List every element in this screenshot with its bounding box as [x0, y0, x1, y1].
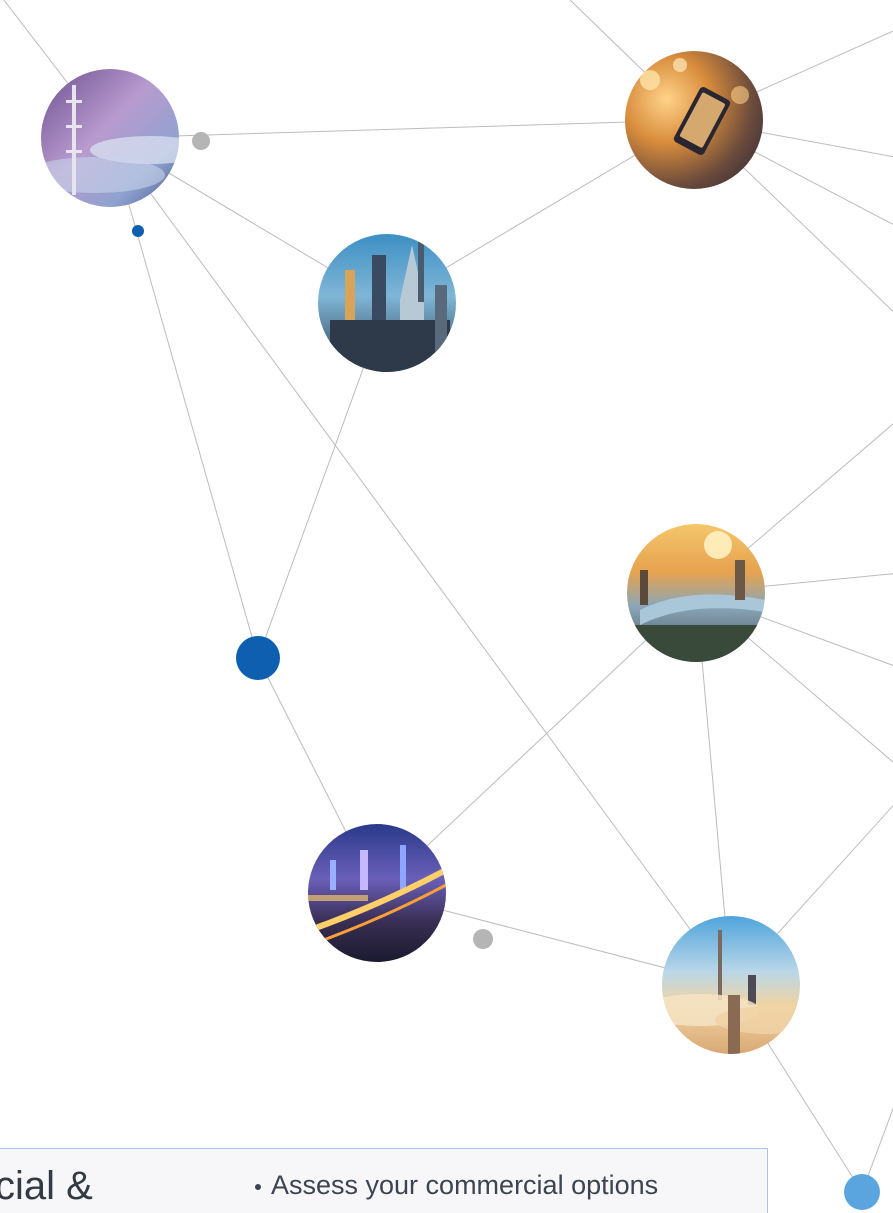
node-dot-gray — [192, 132, 210, 150]
card-title: cial & — [0, 1164, 93, 1208]
night-highway-photo — [308, 824, 446, 962]
card-bullet-item: Assess your commercial options — [255, 1169, 658, 1201]
node-dot-blue-light — [844, 1174, 880, 1210]
skyscrapers-photo — [318, 234, 456, 372]
river-city-photo — [627, 524, 765, 662]
smartphone-photo — [625, 51, 763, 189]
node-dot-gray — [473, 929, 493, 949]
cloud-towers-photo — [662, 916, 800, 1054]
bullet-icon — [255, 1183, 261, 1190]
telecom-tower-photo — [41, 69, 179, 207]
node-dot-blue-large — [236, 636, 280, 680]
page-canvas: cial & Assess your commercial options — [0, 0, 893, 1213]
info-card: cial & Assess your commercial options — [0, 1148, 768, 1213]
network-graph — [3, 0, 893, 1210]
connector-line — [109, 137, 259, 659]
node-dot-blue-small — [132, 225, 144, 237]
card-bullet-text: Assess your commercial options — [271, 1170, 659, 1200]
